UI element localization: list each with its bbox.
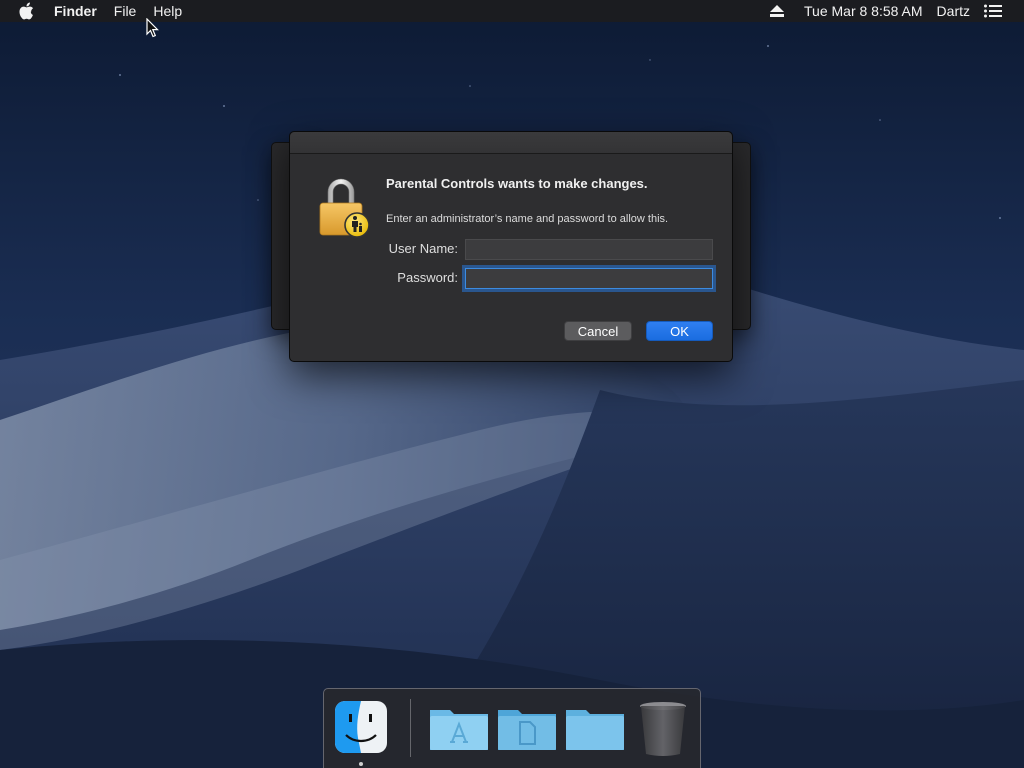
- username-field[interactable]: [465, 239, 713, 260]
- cancel-button[interactable]: Cancel: [564, 321, 632, 341]
- folder-icon: [566, 710, 624, 750]
- dock-item-finder[interactable]: [334, 700, 388, 754]
- documents-folder-icon: [498, 710, 556, 750]
- eject-icon[interactable]: [770, 5, 784, 17]
- menu-user-name[interactable]: Dartz: [937, 3, 970, 19]
- menu-app-name[interactable]: Finder: [54, 3, 97, 19]
- username-label: User Name:: [388, 241, 458, 256]
- trash-icon: [640, 702, 686, 756]
- menu-help[interactable]: Help: [153, 3, 182, 19]
- menu-file[interactable]: File: [114, 3, 137, 19]
- dock-item-applications[interactable]: [428, 700, 488, 754]
- finder-running-indicator: [359, 762, 363, 766]
- menu-clock[interactable]: Tue Mar 8 8:58 AM: [804, 3, 923, 19]
- parental-controls-lock-icon: [319, 178, 370, 238]
- dock-separator: [410, 699, 411, 757]
- dialog-heading: Parental Controls wants to make changes.: [386, 176, 648, 191]
- password-label: Password:: [397, 270, 458, 285]
- notification-center-icon[interactable]: [984, 4, 1002, 18]
- desktop-wallpaper: [0, 0, 1024, 768]
- dock-item-trash[interactable]: [638, 700, 692, 756]
- dialog-message: Enter an administrator’s name and passwo…: [386, 213, 669, 225]
- dock-item-documents[interactable]: [496, 700, 556, 754]
- applications-folder-icon: [430, 710, 488, 750]
- mouse-cursor-icon: [146, 18, 159, 38]
- apple-menu-icon[interactable]: [18, 2, 36, 20]
- finder-icon: [335, 701, 387, 753]
- dock: [323, 688, 701, 768]
- ok-button[interactable]: OK: [646, 321, 713, 341]
- dialog-titlebar[interactable]: [290, 132, 732, 154]
- auth-dialog: Parental Controls wants to make changes.…: [289, 131, 733, 362]
- dock-item-folder[interactable]: [564, 700, 624, 754]
- password-field[interactable]: [465, 268, 713, 289]
